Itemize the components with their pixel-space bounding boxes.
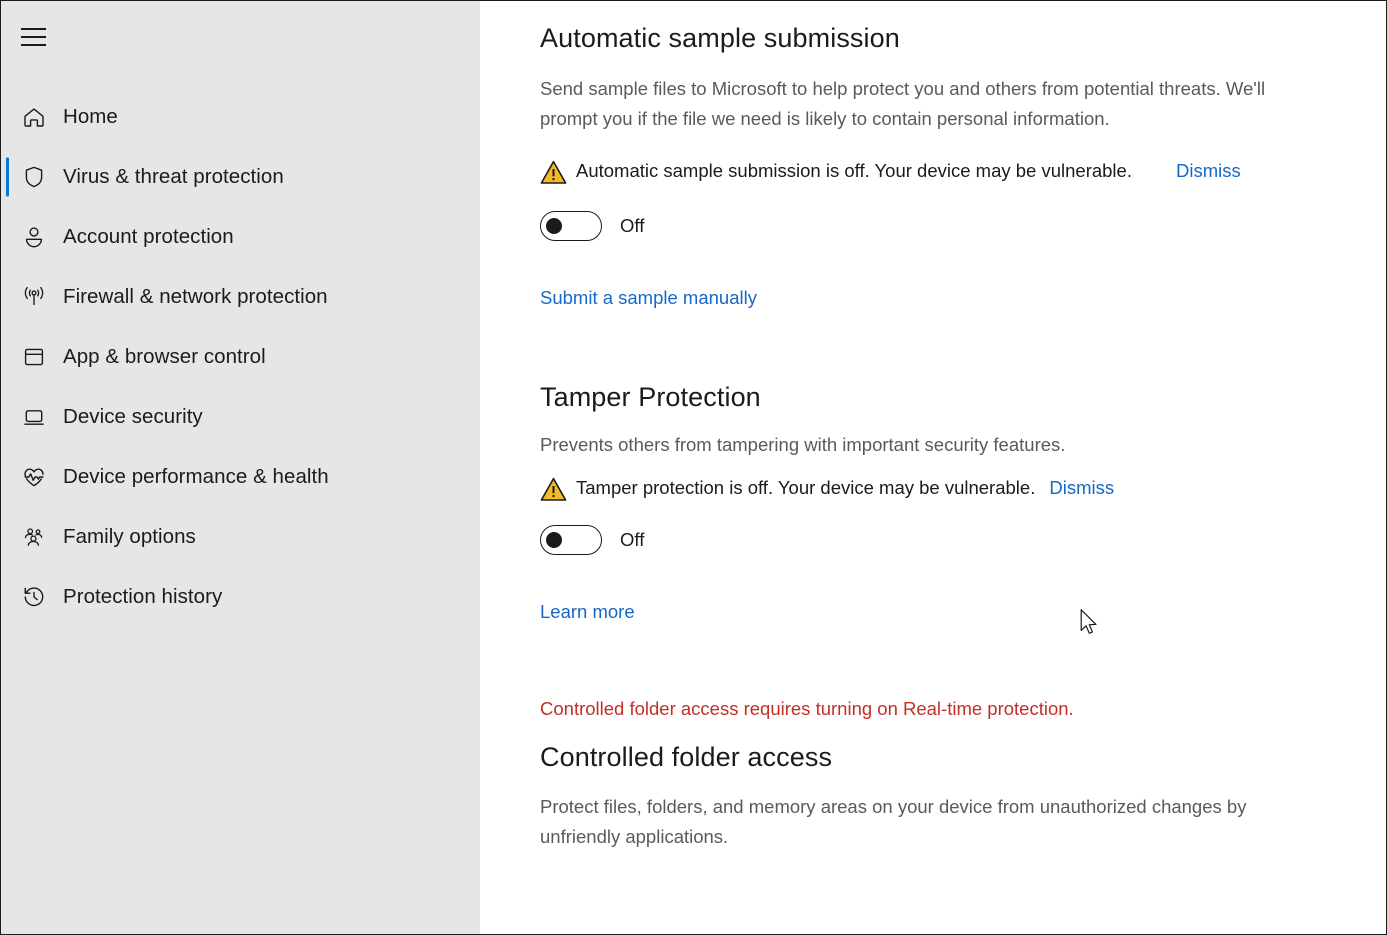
sidebar-item-protection-history[interactable]: Protection history (1, 567, 480, 627)
sidebar-item-label: App & browser control (63, 344, 266, 368)
hamburger-bar-3 (21, 44, 46, 46)
page-title: Automatic sample submission (540, 23, 900, 53)
alert-tamper-protection: Tamper protection is off. Your device ma… (540, 473, 1346, 503)
toggle-state-label: Off (620, 214, 645, 236)
warning-triangle-icon (540, 159, 576, 186)
sidebar-item-family-options[interactable]: Family options (1, 507, 480, 567)
sidebar-item-label: Protection history (63, 584, 223, 608)
submit-sample-manually-link[interactable]: Submit a sample manually (540, 287, 757, 309)
controlled-folder-access-title: Controlled folder access (540, 742, 833, 773)
toggle-row-tamper-protection: Off (540, 525, 1346, 556)
sidebar-item-home[interactable]: Home (1, 87, 480, 147)
toggle-knob (546, 218, 562, 234)
sidebar-item-device-performance-health[interactable]: Device performance & health (1, 447, 480, 507)
hamburger-menu-icon[interactable] (15, 19, 55, 55)
alert-message: Tamper protection is off. Your device ma… (576, 477, 1036, 499)
windows-security-window: Home Virus & threat protection Account p… (0, 0, 1387, 935)
tamper-protection-title: Tamper Protection (540, 382, 761, 413)
hamburger-bar-1 (21, 28, 46, 30)
warning-triangle-icon (540, 476, 576, 503)
sidebar-item-label: Device security (63, 404, 203, 428)
automatic-sample-submission-toggle[interactable] (540, 211, 602, 241)
shield-icon (19, 162, 49, 192)
sidebar-item-account-protection[interactable]: Account protection (1, 207, 480, 267)
sidebar-item-firewall-network-protection[interactable]: Firewall & network protection (1, 267, 480, 327)
person-icon (19, 222, 49, 252)
section-automatic-sample-submission: Automatic sample submission Send sample … (480, 1, 1386, 309)
toggle-state-label: Off (620, 528, 645, 550)
controlled-folder-access-error: Controlled folder access requires turnin… (540, 698, 1074, 720)
section-description: Send sample files to Microsoft to help p… (540, 78, 1266, 129)
dismiss-link[interactable]: Dismiss (1049, 473, 1114, 503)
home-icon (19, 102, 49, 132)
main-content: Automatic sample submission Send sample … (480, 1, 1386, 934)
sidebar-item-label: Account protection (63, 224, 234, 248)
sidebar-item-virus-threat-protection[interactable]: Virus & threat protection (1, 147, 480, 207)
tamper-protection-toggle[interactable] (540, 525, 602, 556)
people-icon (19, 522, 49, 552)
section-tamper-protection: Tamper Protection Prevents others from t… (480, 309, 1386, 623)
sidebar-item-label: Virus & threat protection (63, 164, 284, 188)
sidebar: Home Virus & threat protection Account p… (1, 1, 480, 934)
sidebar-item-label: Family options (63, 524, 196, 548)
app-window-icon (19, 342, 49, 372)
sidebar-item-label: Home (63, 104, 118, 128)
sidebar-item-app-browser-control[interactable]: App & browser control (1, 327, 480, 387)
toggle-knob (546, 532, 562, 549)
learn-more-link[interactable]: Learn more (540, 601, 635, 623)
laptop-icon (19, 402, 49, 432)
sidebar-item-label: Device performance & health (63, 464, 329, 488)
section-controlled-folder-access: Controlled folder access requires turnin… (480, 623, 1386, 852)
dismiss-link[interactable]: Dismiss (1176, 156, 1241, 186)
alert-message: Automatic sample submission is off. Your… (576, 160, 1132, 181)
sidebar-item-label: Firewall & network protection (63, 284, 328, 308)
heartbeat-icon (19, 462, 49, 492)
history-clock-icon (19, 582, 49, 612)
hamburger-bar-2 (21, 36, 46, 38)
sidebar-item-device-security[interactable]: Device security (1, 387, 480, 447)
controlled-folder-access-description: Protect files, folders, and memory areas… (540, 796, 1247, 848)
sidebar-nav-list: Home Virus & threat protection Account p… (1, 87, 480, 627)
wifi-tower-icon (19, 282, 49, 312)
tamper-protection-description: Prevents others from tampering with impo… (540, 434, 1066, 456)
alert-automatic-sample-submission: Automatic sample submission is off. Your… (540, 156, 1346, 186)
toggle-row-automatic-sample-submission: Off (540, 211, 1346, 241)
selection-indicator (6, 157, 9, 197)
